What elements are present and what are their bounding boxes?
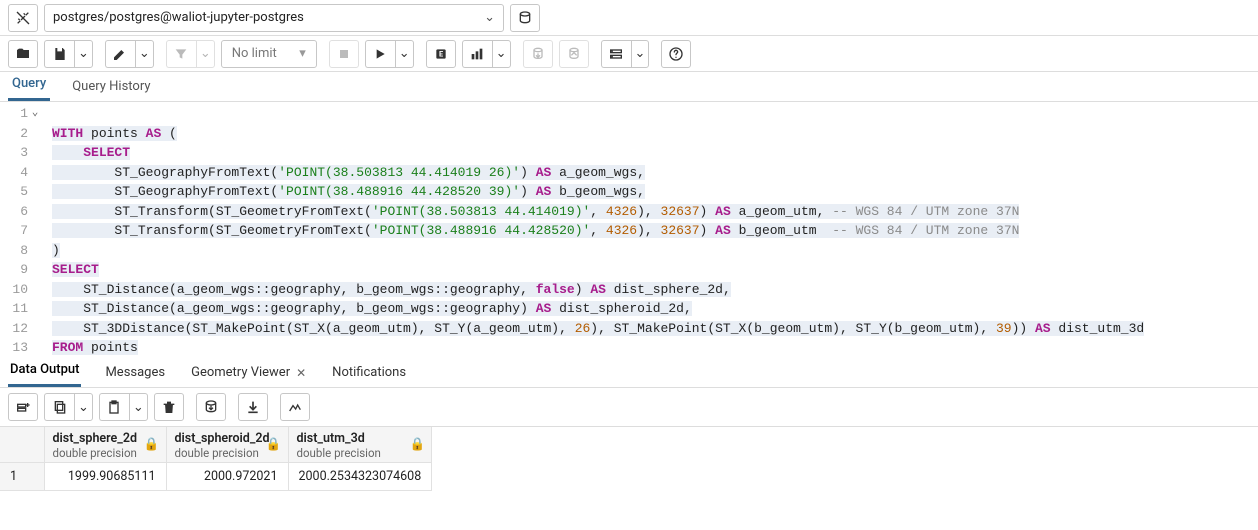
edit-split-button[interactable]: ⌄ — [105, 40, 154, 68]
save-data-button[interactable] — [196, 393, 226, 421]
results-toolbar: ⌄ ⌄ — [0, 388, 1258, 427]
execute-split-button[interactable]: ⌄ — [365, 40, 414, 68]
kw-with: WITH — [52, 126, 83, 141]
paste-menu-caret[interactable]: ⌄ — [129, 393, 148, 421]
lock-icon: 🔒 — [266, 437, 282, 452]
row-limit-label: No limit — [232, 46, 277, 61]
col-header-1[interactable]: dist_spheroid_2d double precision 🔒 — [166, 427, 288, 463]
tab-query[interactable]: Query — [8, 70, 50, 101]
commit-button[interactable] — [523, 40, 553, 68]
edit-button[interactable] — [105, 40, 135, 68]
results-grid[interactable]: dist_sphere_2d double precision 🔒 dist_s… — [0, 427, 432, 491]
lock-icon: 🔒 — [410, 437, 426, 452]
copy-button[interactable] — [44, 393, 74, 421]
col-header-0[interactable]: dist_sphere_2d double precision 🔒 — [44, 427, 166, 463]
copy-menu-caret[interactable]: ⌄ — [74, 393, 93, 421]
explain-analyze-split[interactable]: ⌄ — [462, 40, 511, 68]
execute-menu-caret[interactable]: ⌄ — [395, 40, 414, 68]
main-toolbar: ⌄ ⌄ ⌄ No limit ▾ ⌄ E ⌄ — [0, 36, 1258, 72]
row-number[interactable]: 1 — [0, 463, 44, 491]
cell[interactable]: 2000.972021 — [166, 463, 288, 491]
editor-code[interactable]: WITH points AS ( SELECT ST_GeographyFrom… — [44, 102, 1258, 356]
rownum-header[interactable] — [0, 427, 44, 463]
edit-menu-caret[interactable]: ⌄ — [135, 40, 154, 68]
editor-gutter: 1⌄ 2 3 4 5 6 7 8 9 10 11 12 13 — [0, 102, 44, 356]
connection-label: postgres/postgres@waliot-jupyter-postgre… — [53, 10, 304, 25]
save-button[interactable] — [44, 40, 74, 68]
results-tabs: Data Output Messages Geometry Viewer ✕ N… — [0, 358, 1258, 388]
explain-analyze-button[interactable] — [462, 40, 492, 68]
macro-button[interactable] — [601, 40, 631, 68]
chevron-down-icon: ▾ — [299, 46, 306, 61]
tab-messages[interactable]: Messages — [103, 359, 167, 387]
cell[interactable]: 2000.2534323074608 — [288, 463, 432, 491]
explain-button[interactable]: E — [426, 40, 456, 68]
rollback-button[interactable] — [559, 40, 589, 68]
lock-icon: 🔒 — [144, 437, 160, 452]
download-button[interactable] — [238, 393, 268, 421]
chevron-down-icon: ⌄ — [484, 10, 495, 25]
fold-icon[interactable]: ⌄ — [30, 104, 40, 124]
svg-text:E: E — [439, 49, 443, 58]
close-icon[interactable]: ✕ — [296, 366, 306, 380]
col-header-2[interactable]: dist_utm_3d double precision 🔒 — [288, 427, 432, 463]
open-file-button[interactable] — [8, 40, 38, 68]
graph-visualize-button[interactable] — [280, 393, 310, 421]
help-button[interactable] — [661, 40, 691, 68]
stop-button[interactable] — [329, 40, 359, 68]
filter-button[interactable] — [166, 40, 196, 68]
macro-menu-caret[interactable]: ⌄ — [631, 40, 650, 68]
execute-button[interactable] — [365, 40, 395, 68]
macro-split-button[interactable]: ⌄ — [601, 40, 650, 68]
filter-split-button[interactable]: ⌄ — [166, 40, 215, 68]
add-row-button[interactable] — [8, 393, 38, 421]
connection-select[interactable]: postgres/postgres@waliot-jupyter-postgre… — [44, 4, 504, 32]
connection-status-icon[interactable] — [8, 4, 38, 32]
tab-query-history[interactable]: Query History — [68, 73, 154, 101]
explain-analyze-caret[interactable]: ⌄ — [492, 40, 511, 68]
paste-split-button[interactable]: ⌄ — [99, 393, 148, 421]
filter-menu-caret[interactable]: ⌄ — [196, 40, 215, 68]
row-limit-select[interactable]: No limit ▾ — [221, 40, 317, 68]
sql-editor[interactable]: 1⌄ 2 3 4 5 6 7 8 9 10 11 12 13 WITH poin… — [0, 102, 1258, 356]
tab-data-output[interactable]: Data Output — [8, 356, 81, 387]
tab-geometry-viewer[interactable]: Geometry Viewer ✕ — [189, 359, 308, 387]
new-connection-button[interactable] — [510, 4, 540, 32]
query-tabs: Query Query History — [0, 72, 1258, 102]
connection-bar: postgres/postgres@waliot-jupyter-postgre… — [0, 0, 1258, 36]
save-split-button[interactable]: ⌄ — [44, 40, 93, 68]
table-row[interactable]: 1 1999.90685111 2000.972021 2000.2534323… — [0, 463, 432, 491]
cell[interactable]: 1999.90685111 — [44, 463, 166, 491]
save-menu-caret[interactable]: ⌄ — [74, 40, 93, 68]
copy-split-button[interactable]: ⌄ — [44, 393, 93, 421]
paste-button[interactable] — [99, 393, 129, 421]
delete-row-button[interactable] — [154, 393, 184, 421]
tab-notifications[interactable]: Notifications — [330, 359, 408, 387]
